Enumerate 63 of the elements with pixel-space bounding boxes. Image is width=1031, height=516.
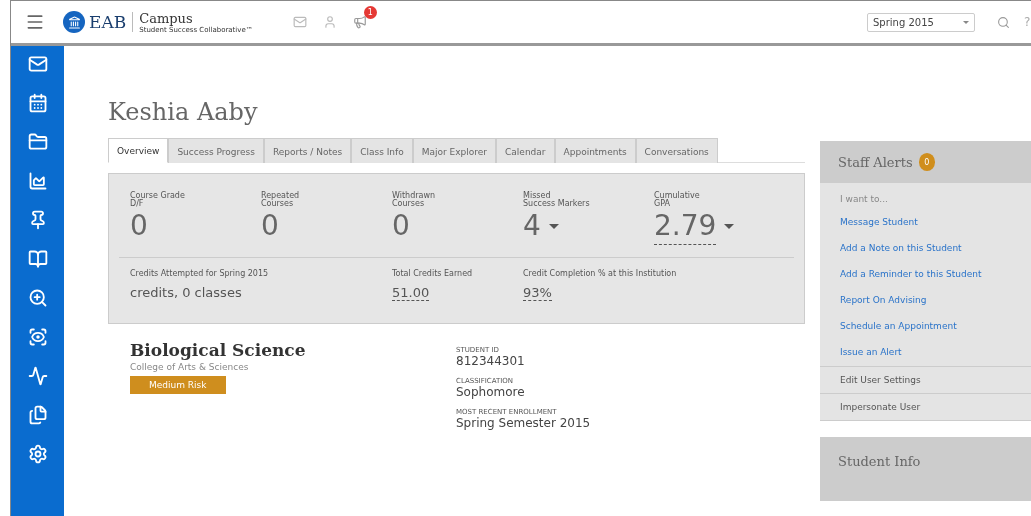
stat-value: 0 bbox=[130, 208, 148, 244]
action-link[interactable]: Issue an Alert bbox=[820, 340, 1031, 366]
credit-label: Total Credits Earned bbox=[392, 270, 474, 278]
product-name: Campus bbox=[139, 10, 193, 26]
caret-icon[interactable] bbox=[548, 224, 559, 229]
alert-count-badge: 0 bbox=[918, 153, 935, 171]
credit-label: Credits Attempted for Spring 2015 bbox=[130, 270, 270, 278]
brand-name: EAB bbox=[89, 12, 134, 32]
folder-icon[interactable] bbox=[27, 132, 48, 152]
logo-icon bbox=[63, 11, 85, 33]
prompt-text: I want to... bbox=[839, 193, 889, 206]
panel-title: Staff Alerts bbox=[838, 154, 913, 170]
credit-value: 51.00 bbox=[392, 285, 430, 301]
area-chart-icon[interactable] bbox=[27, 171, 48, 191]
detail-value: Spring Semester 2015 bbox=[456, 416, 591, 430]
tab[interactable]: Overview bbox=[108, 138, 169, 163]
tab[interactable]: Success Progress bbox=[168, 138, 264, 163]
risk-badge: Medium Risk bbox=[130, 376, 226, 394]
action-link[interactable]: Message Student bbox=[820, 210, 1031, 236]
stat-label: Course Grade D/F bbox=[130, 192, 186, 208]
menu-item[interactable]: Edit User Settings bbox=[820, 366, 1031, 393]
zoom-in-icon[interactable] bbox=[27, 288, 48, 308]
eye-search-icon[interactable] bbox=[27, 327, 48, 347]
pulse-icon[interactable] bbox=[27, 366, 48, 386]
menu-icon[interactable] bbox=[25, 12, 45, 32]
stat-value: 0 bbox=[392, 208, 410, 244]
credit-label: Credit Completion % at this Institution bbox=[523, 270, 678, 278]
action-link[interactable]: Schedule an Appointment bbox=[820, 314, 1031, 340]
menu-item[interactable]: Impersonate User bbox=[820, 393, 1031, 420]
action-link[interactable]: Report On Advising bbox=[820, 288, 1031, 314]
calendar-icon[interactable] bbox=[27, 93, 48, 113]
credit-value: 93% bbox=[523, 285, 552, 301]
tab[interactable]: Class Info bbox=[351, 138, 413, 163]
tab[interactable]: Conversations bbox=[635, 138, 718, 163]
stat-value[interactable]: 2.79 bbox=[654, 208, 717, 245]
settings-icon[interactable] bbox=[27, 444, 48, 464]
stat-value: 0 bbox=[261, 208, 279, 244]
documents-icon[interactable] bbox=[27, 405, 48, 425]
stat-value: 4 bbox=[523, 208, 541, 244]
action-link[interactable]: Add a Reminder to this Student bbox=[820, 262, 1031, 288]
tab[interactable]: Appointments bbox=[554, 138, 636, 163]
stat-label: Withdrawn Courses bbox=[392, 192, 437, 208]
credit-value: credits, 0 classes bbox=[130, 285, 242, 301]
tab[interactable]: Major Explorer bbox=[412, 138, 497, 163]
notification-badge: 1 bbox=[363, 6, 377, 19]
panel-title: Student Info bbox=[838, 454, 921, 469]
detail-value: Sophomore bbox=[456, 385, 526, 399]
detail-value: 812344301 bbox=[456, 354, 526, 368]
action-link[interactable]: Add a Note on this Student bbox=[820, 236, 1031, 262]
tab[interactable]: Calendar bbox=[496, 138, 555, 163]
mail-icon[interactable] bbox=[27, 54, 48, 74]
megaphone-icon[interactable] bbox=[352, 15, 367, 29]
major-title: Biological Science bbox=[130, 340, 307, 360]
stat-label: Repeated Courses bbox=[261, 192, 301, 208]
tab[interactable]: Reports / Notes bbox=[263, 138, 352, 163]
search-icon[interactable] bbox=[997, 15, 1010, 29]
student-name: Keshia Aaby bbox=[108, 98, 259, 126]
stat-label: Missed Success Markers bbox=[523, 192, 591, 208]
book-icon[interactable] bbox=[27, 249, 48, 269]
term-select[interactable]: Spring 2015 bbox=[867, 12, 975, 32]
stat-label: Cumulative GPA bbox=[654, 192, 701, 208]
caret-icon[interactable] bbox=[724, 224, 735, 229]
college-name: College of Arts & Sciences bbox=[130, 362, 250, 372]
